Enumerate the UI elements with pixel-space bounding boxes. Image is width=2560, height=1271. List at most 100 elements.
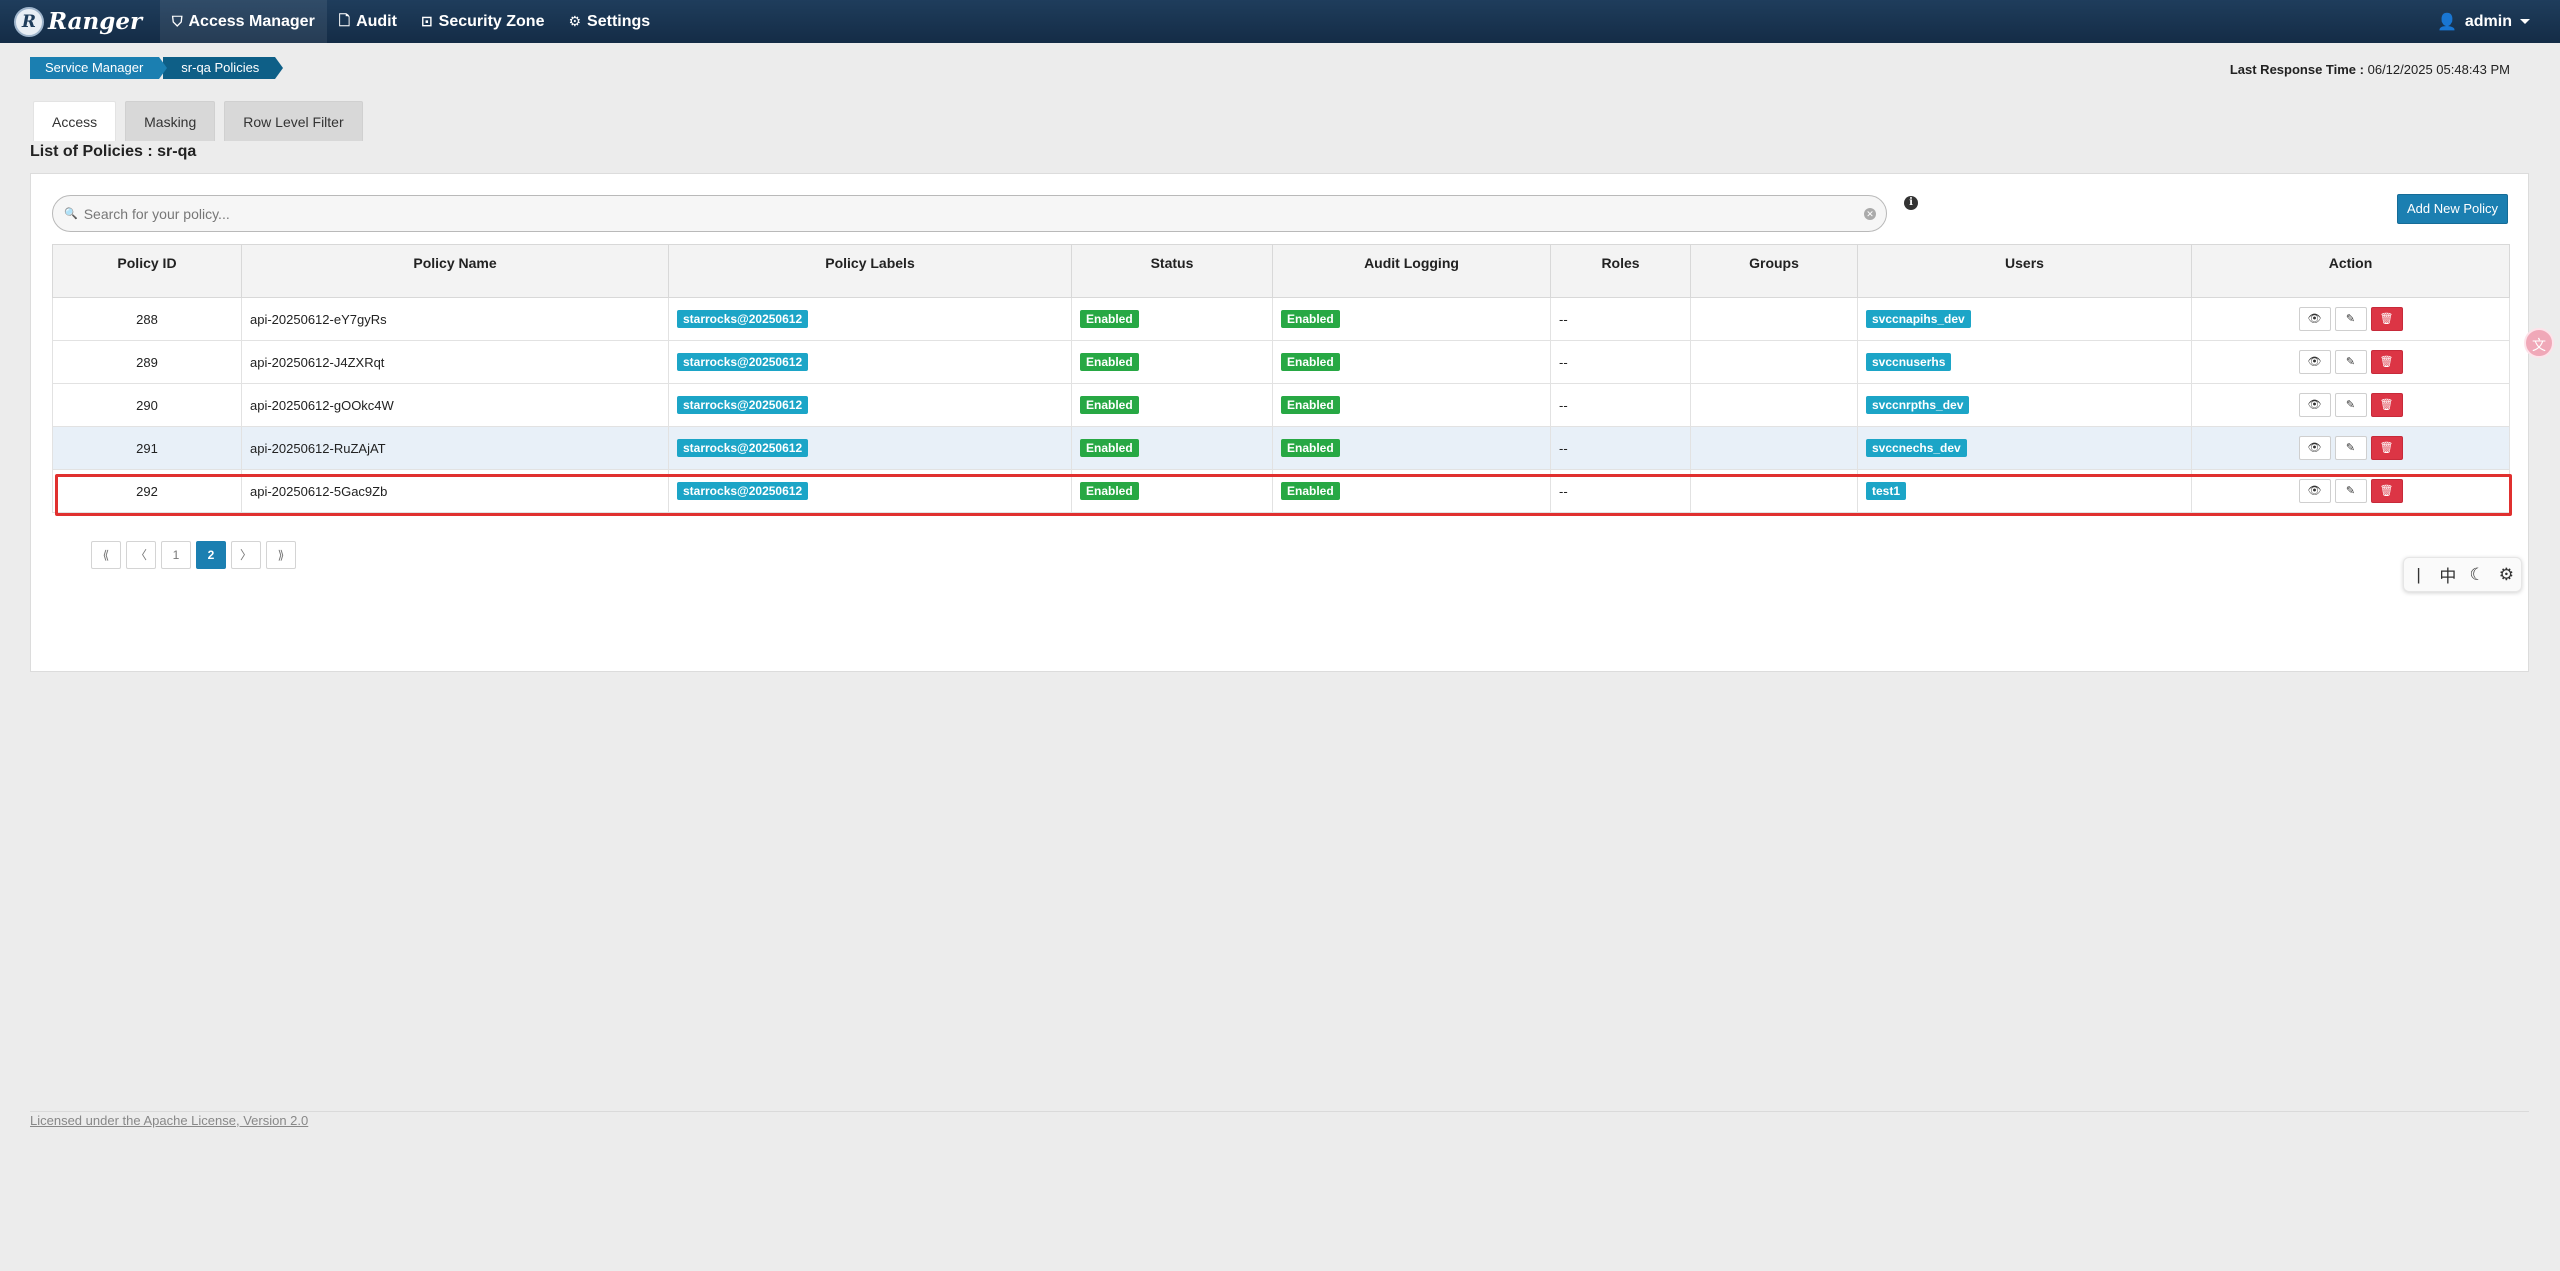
brand[interactable]: R Ranger [0, 0, 160, 43]
audit-cell: Enabled [1272, 426, 1551, 470]
edit-button[interactable]: ✎ [2334, 393, 2367, 417]
edit-button[interactable]: ✎ [2334, 307, 2367, 331]
view-button[interactable]: 👁 [2298, 307, 2331, 331]
ime-cursor-icon[interactable]: | [2406, 565, 2432, 585]
delete-button[interactable]: 🗑 [2370, 393, 2403, 417]
view-button[interactable]: 👁 [2298, 436, 2331, 460]
policy-labels-cell: starrocks@20250612 [668, 297, 1072, 341]
tab-access[interactable]: Access [33, 101, 117, 141]
table-row: 290 api-20250612-gOOkc4W starrocks@20250… [52, 383, 2510, 427]
page-1-button[interactable]: 1 [161, 541, 191, 569]
nav-access-manager[interactable]: ⛉ Access Manager [160, 0, 327, 43]
status-cell: Enabled [1071, 340, 1273, 384]
user-badge: svccnrpths_dev [1866, 396, 1970, 414]
eye-icon: 👁 [2307, 485, 2322, 497]
delete-button[interactable]: 🗑 [2370, 436, 2403, 460]
edit-button[interactable]: ✎ [2334, 350, 2367, 374]
user-badge: svccnuserhs [1866, 353, 1952, 371]
page-prev-button[interactable]: 〈 [126, 541, 156, 569]
policies-panel: 🔍 ✕ i Add New Policy Policy ID Policy Na… [30, 173, 2529, 672]
eye-icon: 👁 [2307, 399, 2322, 411]
policy-id-link[interactable]: 290 [52, 383, 242, 427]
nav-label: Access Manager [188, 12, 315, 30]
nav-label: Security Zone [438, 12, 545, 30]
table-row: 289 api-20250612-J4ZXRqt starrocks@20250… [52, 340, 2510, 384]
groups-cell [1690, 383, 1858, 427]
search-bar[interactable]: 🔍 ✕ [52, 195, 1887, 232]
policy-labels-cell: starrocks@20250612 [668, 469, 1072, 513]
policy-name: api-20250612-eY7gyRs [241, 297, 669, 341]
status-cell: Enabled [1071, 297, 1273, 341]
gear-icon[interactable]: ⚙ [2493, 565, 2519, 585]
policy-name: api-20250612-RuZAjAT [241, 426, 669, 470]
search-input[interactable] [77, 205, 1864, 222]
view-button[interactable]: 👁 [2298, 393, 2331, 417]
actions-cell: 👁 ✎ 🗑 [2191, 383, 2510, 427]
delete-button[interactable]: 🗑 [2370, 479, 2403, 503]
ranger-logo-icon: R [14, 6, 44, 37]
nav-security-zone[interactable]: ⊡ Security Zone [409, 0, 557, 43]
delete-button[interactable]: 🗑 [2370, 307, 2403, 331]
moon-icon[interactable]: ☾ [2464, 565, 2490, 585]
column-header[interactable]: Policy ID [52, 244, 242, 298]
audit-cell: Enabled [1272, 469, 1551, 513]
clear-icon[interactable]: ✕ [1864, 207, 1876, 220]
edit-button[interactable]: ✎ [2334, 436, 2367, 460]
add-new-policy-button[interactable]: Add New Policy [2396, 194, 2508, 224]
actions-cell: 👁 ✎ 🗑 [2191, 426, 2510, 470]
policy-labels-cell: starrocks@20250612 [668, 340, 1072, 384]
last-response-value: 06/12/2025 05:48:43 PM [2367, 62, 2510, 77]
translate-float-icon[interactable]: 文 [2524, 328, 2554, 358]
table-row: 288 api-20250612-eY7gyRs starrocks@20250… [52, 297, 2510, 341]
status-badge: Enabled [1080, 482, 1139, 500]
edit-icon: ✎ [2345, 399, 2356, 411]
actions-cell: 👁 ✎ 🗑 [2191, 297, 2510, 341]
policies-table: Policy ID Policy Name Policy Labels Stat… [52, 244, 2510, 513]
actions-cell: 👁 ✎ 🗑 [2191, 469, 2510, 513]
view-button[interactable]: 👁 [2298, 350, 2331, 374]
license-link[interactable]: Licensed under the Apache License, Versi… [30, 1113, 308, 1128]
edit-button[interactable]: ✎ [2334, 479, 2367, 503]
audit-badge: Enabled [1281, 396, 1340, 414]
breadcrumb-policies[interactable]: sr-qa Policies [163, 57, 284, 79]
gear-icon: ⚙ [568, 13, 582, 29]
users-cell: svccnapihs_dev [1857, 297, 2192, 341]
brand-name: Ranger [48, 8, 143, 35]
policy-id-link[interactable]: 291 [52, 426, 242, 470]
shield-icon: ⛉ [172, 13, 183, 29]
tab-masking[interactable]: Masking [125, 101, 216, 141]
view-button[interactable]: 👁 [2298, 479, 2331, 503]
ime-chinese-mode[interactable]: 中 [2435, 562, 2461, 587]
top-navbar: R Ranger ⛉ Access Manager 🗋 Audit ⊡ Secu… [0, 0, 2560, 43]
delete-button[interactable]: 🗑 [2370, 350, 2403, 374]
column-header[interactable]: Policy Name [241, 244, 669, 298]
audit-cell: Enabled [1272, 297, 1551, 341]
roles-cell: -- [1550, 469, 1691, 513]
page-2-button[interactable]: 2 [196, 541, 226, 569]
breadcrumb-service-manager[interactable]: Service Manager [30, 57, 168, 79]
info-icon[interactable]: i [1904, 196, 1918, 210]
nav-audit[interactable]: 🗋 Audit [327, 0, 409, 43]
column-header: Audit Logging [1272, 244, 1551, 298]
status-cell: Enabled [1071, 469, 1273, 513]
policy-id-link[interactable]: 288 [52, 297, 242, 341]
trash-icon: 🗑 [2379, 313, 2394, 325]
eye-icon: 👁 [2307, 442, 2322, 454]
page-title: List of Policies : sr-qa [30, 143, 197, 160]
policy-id-link[interactable]: 289 [52, 340, 242, 384]
policy-id-link[interactable]: 292 [52, 469, 242, 513]
page-next-button[interactable]: 〉 [231, 541, 261, 569]
users-cell: svccnuserhs [1857, 340, 2192, 384]
edit-icon: ✎ [2345, 485, 2356, 497]
nav-settings[interactable]: ⚙ Settings [556, 0, 662, 43]
tab-row-level-filter[interactable]: Row Level Filter [224, 101, 363, 141]
users-cell: test1 [1857, 469, 2192, 513]
column-header: Groups [1690, 244, 1858, 298]
eye-icon: 👁 [2307, 313, 2322, 325]
status-cell: Enabled [1071, 426, 1273, 470]
user-menu[interactable]: 👤 admin [2437, 0, 2530, 43]
policy-label-badge: starrocks@20250612 [677, 310, 809, 328]
page-last-button[interactable]: ⟫ [266, 541, 296, 569]
footer-divider [30, 1111, 2529, 1112]
page-first-button[interactable]: ⟪ [91, 541, 121, 569]
